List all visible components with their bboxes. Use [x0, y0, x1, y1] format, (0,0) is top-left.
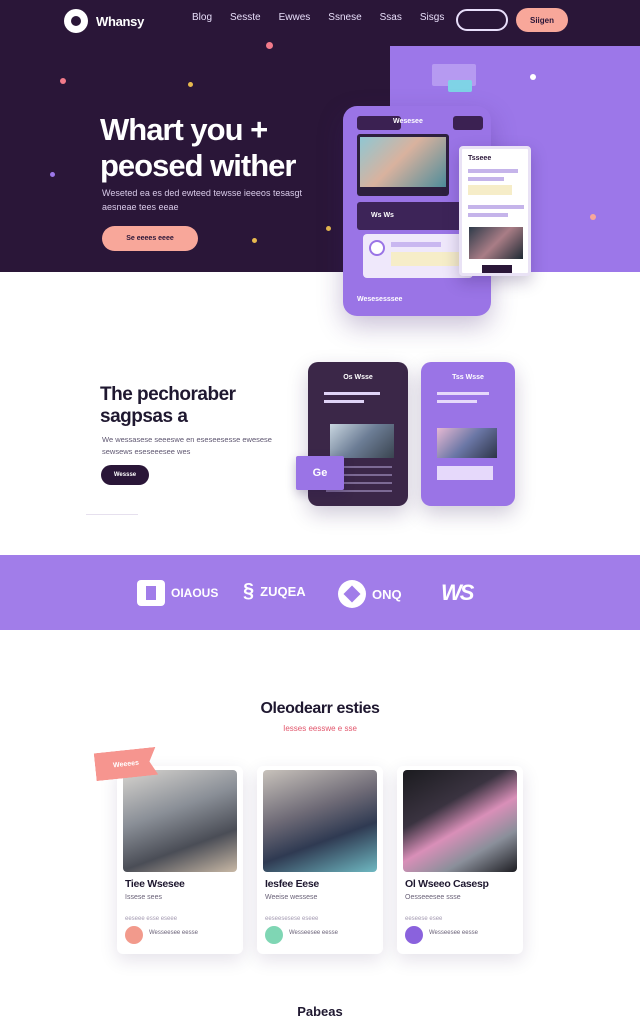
brand-name: ONQ — [372, 586, 402, 602]
card-photo — [123, 770, 237, 872]
nav-link[interactable]: Sisgs — [420, 12, 444, 23]
section-title: Oleodearr esties — [260, 700, 380, 717]
nav-link[interactable]: Blog — [192, 12, 212, 23]
phone-image — [469, 227, 523, 259]
feature-subtitle: We wessasese seeeswe en eseseesesse ewes… — [102, 435, 272, 456]
decor-dot — [252, 238, 257, 243]
card-title: Ol Wseeo Casesp — [405, 878, 489, 890]
brand-logo: OIAOUS — [137, 580, 218, 606]
decor-dot — [60, 78, 66, 84]
feature-phone-light: Tss Wsse — [421, 362, 515, 506]
hero-cta-button[interactable]: Se eeees eeee — [102, 226, 198, 251]
mockup-panel-label: Ws Ws — [371, 212, 394, 219]
author-avatar — [125, 926, 143, 944]
next-section-title: Pabeas — [297, 1004, 343, 1019]
author-avatar — [405, 926, 423, 944]
mockup-card — [363, 234, 473, 278]
decor-dot — [188, 82, 193, 87]
feature-floating-tag: Ge — [296, 456, 344, 490]
decor-dot — [326, 226, 331, 231]
card-meta: eeseese esee — [405, 916, 443, 922]
top-nav: Whansy Blog Sesste Ewwes Ssnese Ssas Sis… — [0, 0, 640, 40]
brand-logo: § ZUQEA — [243, 580, 306, 603]
card-footer: Wesseesee eesse — [289, 930, 338, 936]
brand-mark-icon — [137, 580, 165, 606]
hero-subtitle: Weseted ea es ded ewteed tewsse ieeeos t… — [102, 188, 302, 212]
brand-logo[interactable]: Whansy — [64, 9, 144, 33]
nav-link[interactable]: Ssas — [380, 12, 402, 23]
brand-name: OIAOUS — [171, 586, 219, 600]
hero-section: Whansy Blog Sesste Ewwes Ssnese Ssas Sis… — [0, 0, 640, 272]
logo-icon — [64, 9, 88, 33]
mockup-header-bar — [453, 116, 483, 130]
brand-logos-band — [0, 555, 640, 630]
brand-circle-icon — [338, 580, 366, 608]
hero-phone-mockup: Tsseee — [459, 146, 531, 276]
decor-dot — [50, 172, 55, 177]
brand-glyph-icon: § — [243, 580, 255, 602]
decor-dot — [266, 42, 273, 49]
mockup-footer-label: Wesesesssee — [357, 296, 403, 303]
nav-link[interactable]: Ssnese — [328, 12, 361, 23]
card-subtitle: Oesseeesee ssse — [405, 894, 461, 901]
story-card[interactable]: Ol Wseeo Casesp Oesseeesee ssse eeseese … — [397, 766, 523, 954]
brand-logo: ONQ — [338, 580, 402, 608]
card-photo — [403, 770, 517, 872]
phone-dark-title: Os Wsse — [343, 374, 373, 381]
card-footer: Wesseesee eesse — [149, 930, 198, 936]
card-footer: Wesseesee eesse — [429, 930, 478, 936]
story-card[interactable]: Iesfee Eese Weeise wessese eeseesesese e… — [257, 766, 383, 954]
nav-link[interactable]: Sesste — [230, 12, 261, 23]
mockup-header-label: Wesesee — [393, 118, 423, 125]
phone-dark-image — [330, 424, 394, 458]
phone-light-image — [437, 428, 497, 458]
feature-button[interactable]: Wessse — [101, 465, 149, 485]
card-subtitle: Issese sees — [125, 894, 162, 901]
phone-light-title: Tss Wsse — [452, 374, 484, 381]
card-meta: eeseee esse eseee — [125, 916, 178, 922]
decor-tile — [448, 80, 472, 92]
brand-name: ZUQEA — [260, 584, 306, 599]
nav-links: Blog Sesste Ewwes Ssnese Ssas Sisgs — [192, 12, 444, 23]
hero-title: Whart you + peosed wither — [100, 112, 296, 183]
phone-title: Tsseee — [468, 155, 492, 162]
decor-dot — [590, 214, 596, 220]
section-subtitle: Iesses eesswe e sse — [283, 724, 357, 733]
brand-logo: WS — [441, 580, 474, 606]
story-card[interactable]: Tiee Wsesee Issese sees eeseee esse esee… — [117, 766, 243, 954]
card-photo — [263, 770, 377, 872]
signup-button[interactable]: Siigen — [516, 8, 568, 32]
login-button[interactable] — [456, 9, 508, 31]
card-title: Tiee Wsesee — [125, 878, 185, 890]
feature-title: The pechoraber sagpsas a — [100, 384, 236, 427]
divider — [86, 514, 138, 515]
brand-name: Whansy — [96, 13, 145, 29]
card-subtitle: Weeise wessese — [265, 894, 318, 901]
author-avatar — [265, 926, 283, 944]
card-title: Iesfee Eese — [265, 878, 319, 890]
nav-link[interactable]: Ewwes — [279, 12, 311, 23]
mockup-video — [357, 134, 449, 196]
brand-name: WS — [441, 580, 474, 605]
card-meta: eeseesesese eseee — [265, 916, 319, 922]
decor-dot — [530, 74, 536, 80]
